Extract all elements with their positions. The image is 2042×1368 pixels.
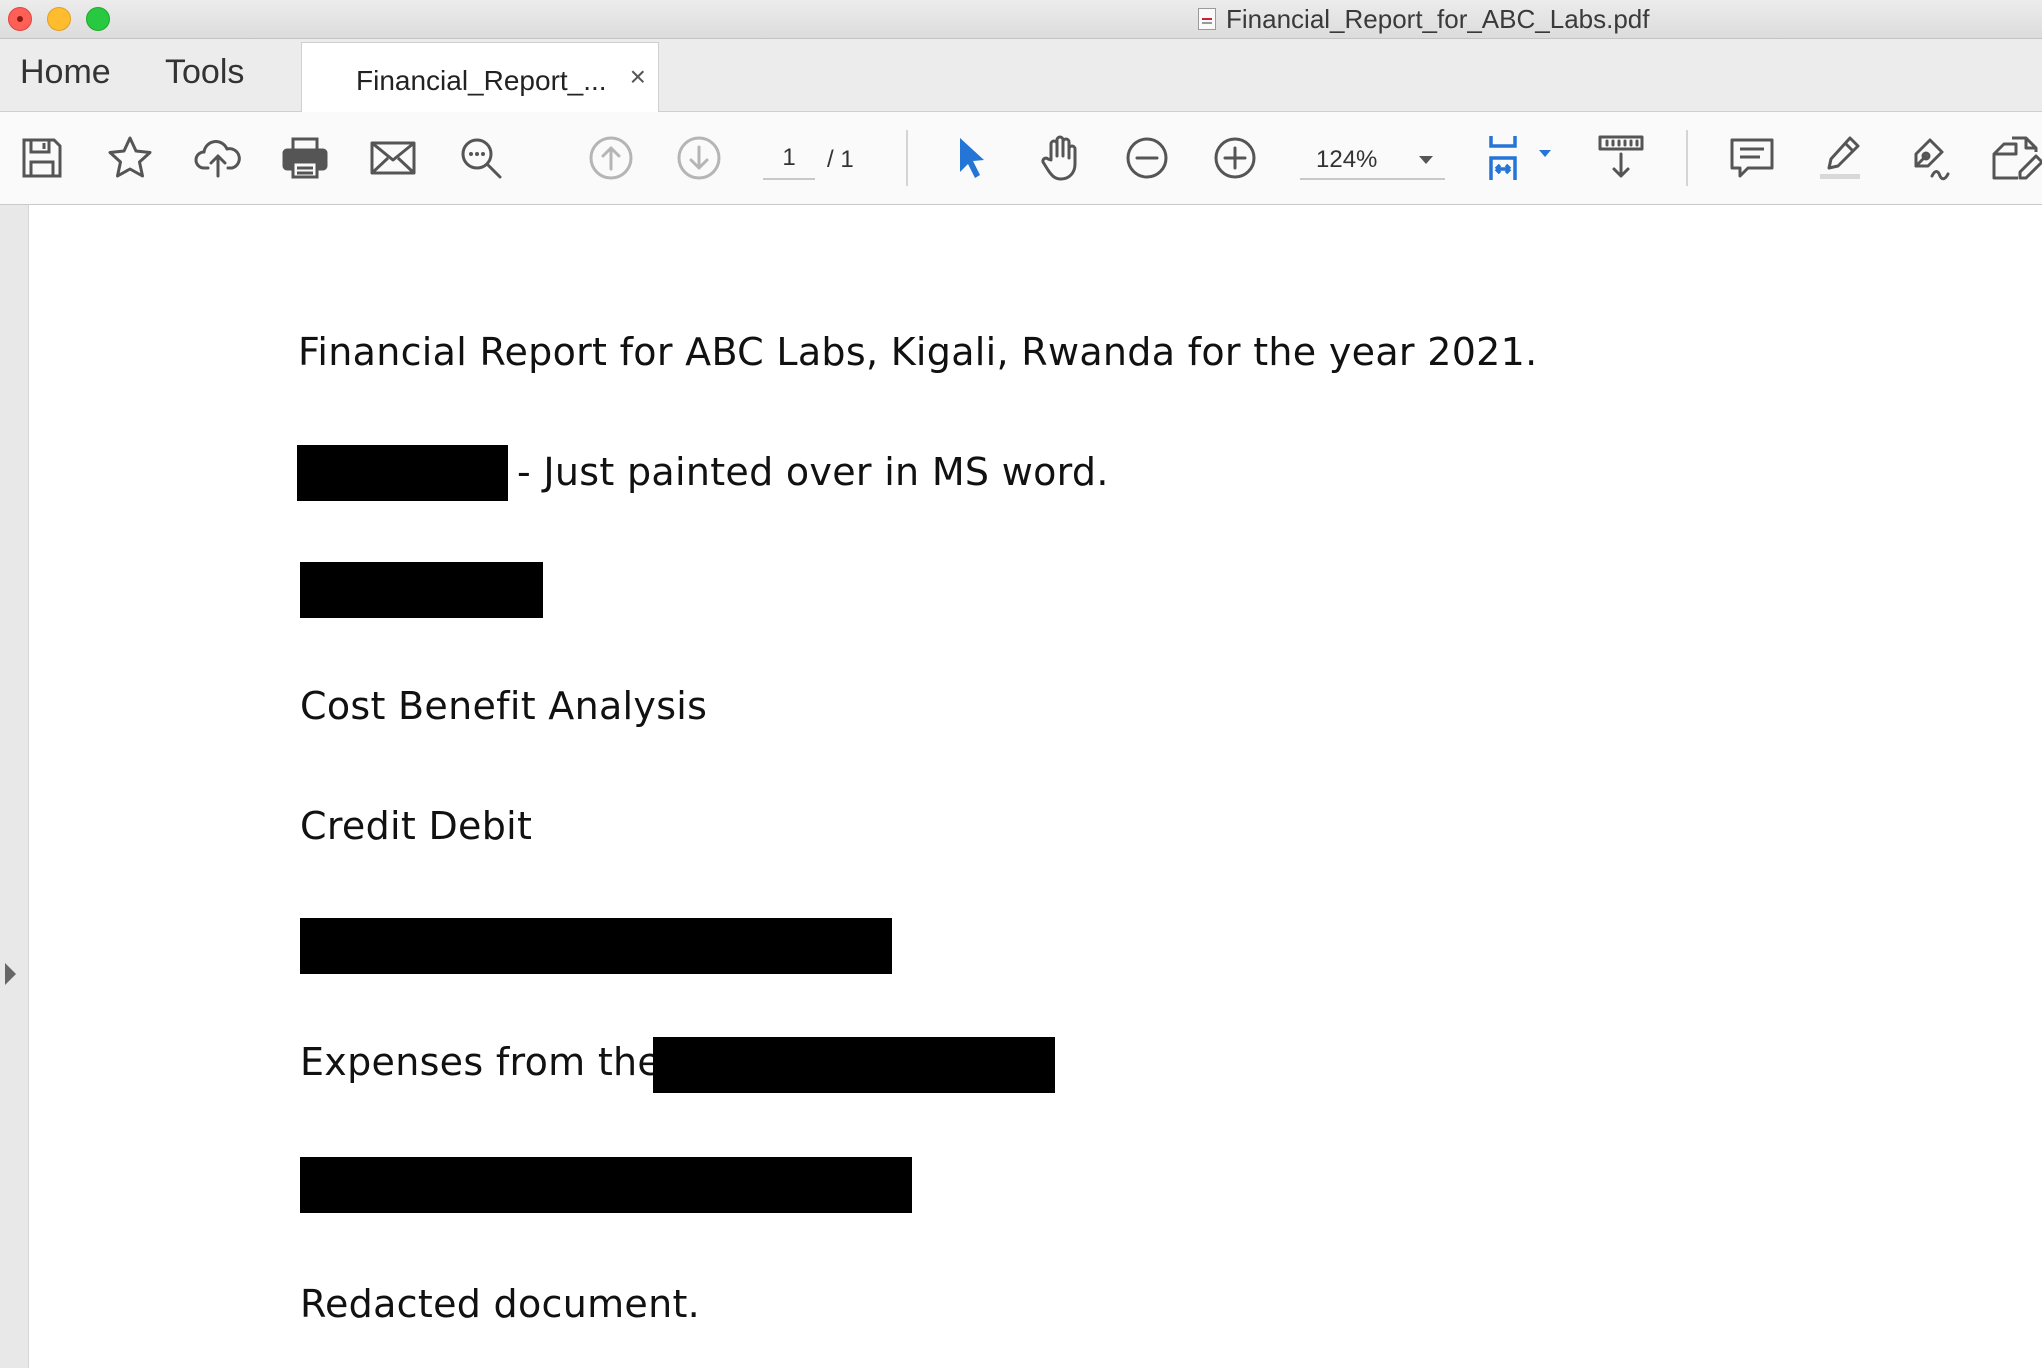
search-icon[interactable] <box>455 132 507 184</box>
edit-pdf-icon[interactable] <box>1990 132 2042 184</box>
tab-tools[interactable]: Tools <box>165 53 244 92</box>
next-page-icon[interactable] <box>673 132 725 184</box>
main-toolbar: 1 / 1 124% <box>0 112 2042 205</box>
document-footer-line: Redacted document. <box>300 1282 701 1326</box>
window-title: Financial_Report_for_ABC_Labs.pdf <box>1198 4 1649 34</box>
window-titlebar: Financial_Report_for_ABC_Labs.pdf <box>0 0 2042 39</box>
page-total: / 1 <box>827 146 854 173</box>
redaction-block <box>300 918 892 974</box>
select-cursor-icon[interactable] <box>946 132 998 184</box>
redaction-block <box>297 445 508 501</box>
redaction-block <box>300 562 543 618</box>
fit-page-icon[interactable] <box>1485 132 1555 184</box>
redaction-block <box>300 1157 912 1213</box>
email-icon[interactable] <box>367 132 419 184</box>
pdf-file-icon <box>1198 8 1216 30</box>
window-maximize-button[interactable] <box>86 7 110 31</box>
window-title-text: Financial_Report_for_ABC_Labs.pdf <box>1226 3 1650 34</box>
zoom-level-select[interactable]: 124% <box>1300 144 1445 180</box>
window-close-button[interactable] <box>8 7 32 31</box>
previous-page-icon[interactable] <box>585 132 637 184</box>
expand-panel-icon[interactable] <box>5 963 16 985</box>
scroll-mode-icon[interactable] <box>1595 132 1647 184</box>
window-minimize-button[interactable] <box>47 7 71 31</box>
tab-home[interactable]: Home <box>20 53 111 92</box>
zoom-in-icon[interactable] <box>1209 132 1261 184</box>
close-tab-icon[interactable]: × <box>630 61 646 93</box>
print-icon[interactable] <box>279 132 331 184</box>
document-viewer[interactable]: Financial Report for ABC Labs, Kigali, R… <box>0 205 2042 1368</box>
credit-debit-heading: Credit Debit <box>300 804 533 848</box>
hand-tool-icon[interactable] <box>1034 132 1086 184</box>
highlight-icon[interactable] <box>1814 132 1866 184</box>
tab-document[interactable]: Financial_Report_... × <box>301 42 659 112</box>
toolbar-divider <box>906 130 908 186</box>
sign-icon[interactable] <box>1902 132 1954 184</box>
zoom-out-icon[interactable] <box>1121 132 1173 184</box>
upload-cloud-icon[interactable] <box>192 132 244 184</box>
save-icon[interactable] <box>16 132 68 184</box>
document-note-line: - Just painted over in MS word. <box>517 450 1109 494</box>
chevron-down-icon <box>1419 156 1433 164</box>
toolbar-divider <box>1686 130 1688 186</box>
left-panel-toggle-strip[interactable] <box>0 205 29 1368</box>
document-title-line: Financial Report for ABC Labs, Kigali, R… <box>298 330 1538 374</box>
redaction-block <box>653 1037 1055 1093</box>
expenses-line: Expenses from the <box>300 1040 662 1084</box>
tab-bar: Home Tools Financial_Report_... × <box>0 39 2042 112</box>
cost-benefit-heading: Cost Benefit Analysis <box>300 684 708 728</box>
page-number-input[interactable]: 1 <box>763 144 815 180</box>
zoom-value: 124% <box>1316 146 1378 173</box>
comment-icon[interactable] <box>1726 132 1778 184</box>
bookmark-star-icon[interactable] <box>104 132 156 184</box>
document-tab-label: Financial_Report_... <box>356 65 607 96</box>
